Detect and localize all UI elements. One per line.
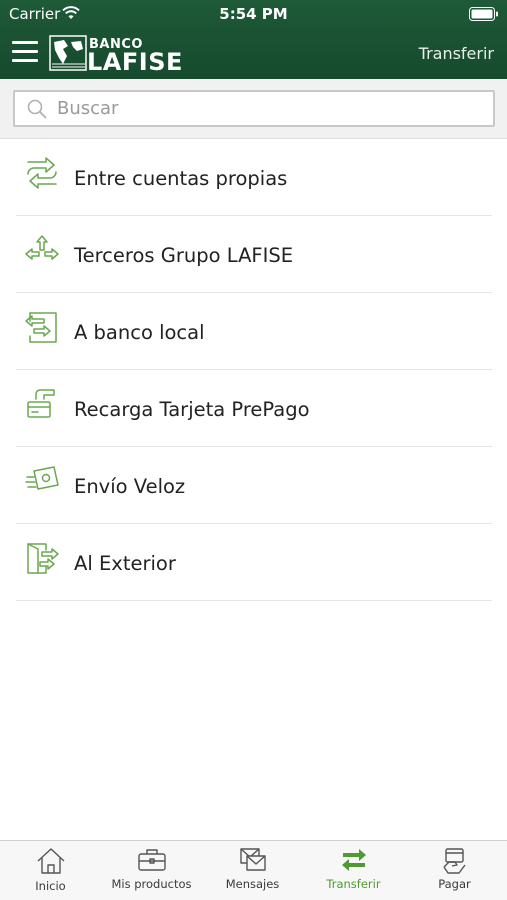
lafise-emblem-icon	[49, 35, 87, 71]
tab-transferir[interactable]: Transferir	[303, 841, 404, 900]
envelope-icon	[238, 847, 268, 877]
logo-lafise-text: LAFISE	[87, 48, 183, 76]
hamburger-menu-button[interactable]	[12, 41, 38, 65]
nav-bar: BANCO LAFISE Transferir	[0, 28, 507, 79]
battery-icon	[469, 6, 499, 25]
tab-pagar[interactable]: Pagar	[404, 841, 505, 900]
home-icon	[36, 847, 66, 879]
tab-label: Mis productos	[111, 877, 192, 891]
app-header: Carrier 5:54 PM BANCO LAFISE Transferir	[0, 0, 507, 79]
tab-mensajes[interactable]: Mensajes	[202, 841, 303, 900]
tab-mis-productos[interactable]: Mis productos	[101, 841, 202, 900]
hamburger-line	[12, 41, 38, 44]
tab-inicio[interactable]: Inicio	[0, 841, 101, 900]
list-item-label: Recarga Tarjeta PrePago	[74, 398, 310, 421]
transfer-options-list: Entre cuentas propias Terceros Grupo LAF…	[0, 139, 507, 601]
list-item-recarga-tarjeta[interactable]: Recarga Tarjeta PrePago	[16, 370, 492, 447]
arrows-exchange-icon	[24, 155, 60, 191]
list-item-al-exterior[interactable]: Al Exterior	[16, 524, 492, 601]
transfer-icon	[340, 847, 368, 877]
card-recharge-icon	[24, 386, 60, 422]
door-exit-icon	[24, 540, 60, 576]
list-item-label: Al Exterior	[74, 552, 176, 575]
bank-logo: BANCO LAFISE	[49, 34, 182, 76]
list-item-label: A banco local	[74, 321, 205, 344]
list-item-label: Envío Veloz	[74, 475, 186, 498]
clock-label: 5:54 PM	[219, 5, 288, 23]
tab-label: Transferir	[326, 877, 381, 891]
page-title: Transferir	[418, 44, 494, 63]
tab-label: Pagar	[438, 877, 471, 891]
split-arrows-icon	[24, 232, 60, 268]
pay-icon	[441, 847, 469, 879]
search-input[interactable]	[57, 92, 477, 125]
tab-label: Mensajes	[225, 877, 280, 891]
tab-label: Inicio	[35, 879, 66, 893]
list-item-terceros[interactable]: Terceros Grupo LAFISE	[16, 216, 492, 293]
hamburger-line	[12, 50, 38, 53]
hamburger-line	[12, 59, 38, 62]
search-box[interactable]	[13, 90, 495, 127]
list-item-label: Entre cuentas propias	[74, 167, 288, 190]
list-item-envio-veloz[interactable]: Envío Veloz	[16, 447, 492, 524]
briefcase-icon	[137, 847, 167, 877]
list-item-banco-local[interactable]: A banco local	[16, 293, 492, 370]
list-item-label: Terceros Grupo LAFISE	[74, 244, 294, 267]
bottom-tab-bar: Inicio Mis productos Mensajes Transferir	[0, 840, 507, 900]
fast-money-icon	[24, 463, 60, 499]
list-item-entre-cuentas[interactable]: Entre cuentas propias	[16, 139, 492, 216]
search-bar	[0, 79, 507, 139]
search-icon	[26, 98, 48, 124]
status-bar: Carrier 5:54 PM	[0, 0, 507, 28]
door-arrows-icon	[24, 309, 60, 345]
